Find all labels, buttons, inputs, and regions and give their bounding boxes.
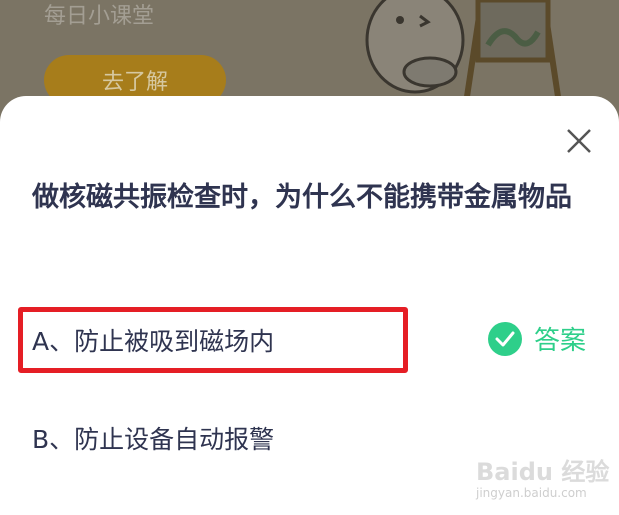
checkmark-icon	[488, 321, 522, 356]
option-b[interactable]: B、防止设备自动报警	[32, 420, 274, 456]
banner-title: 每日小课堂	[44, 4, 155, 29]
question-text: 做核磁共振检查时，为什么不能携带金属物品	[32, 182, 572, 213]
watermark-url: jingyan.baidu.com	[476, 486, 587, 500]
answer-label: 答案	[534, 326, 587, 356]
close-icon[interactable]	[562, 124, 596, 158]
answer-highlight-box	[18, 307, 408, 373]
mascot-illustration	[365, 0, 563, 110]
watermark: Baidu 经验 jingyan.baidu.com	[470, 452, 610, 512]
watermark-logo: Baidu 经验	[476, 458, 610, 486]
answer-indicator: 答案	[488, 320, 586, 357]
